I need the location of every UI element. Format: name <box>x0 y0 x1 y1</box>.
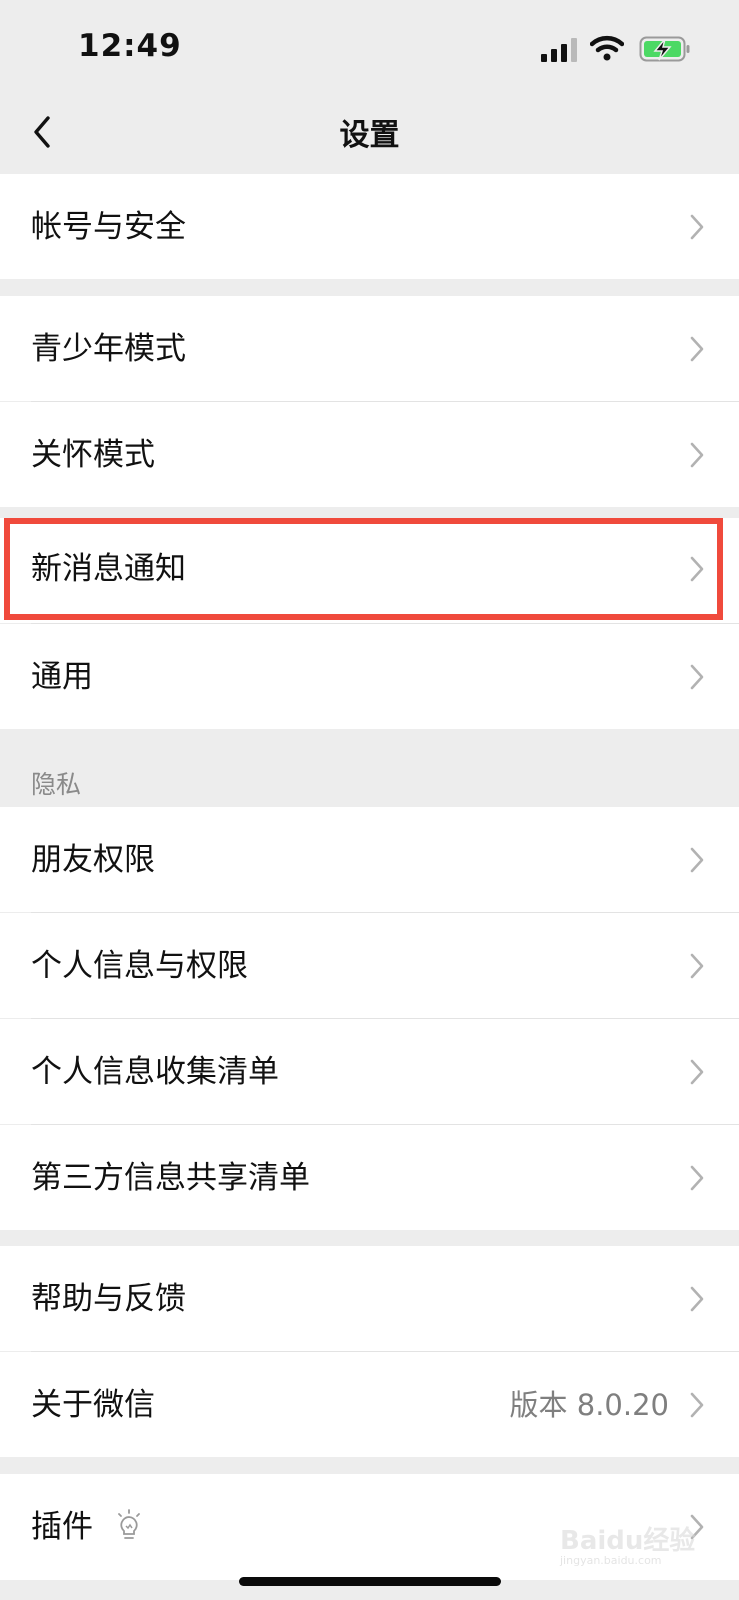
chevron-right-icon <box>690 1286 704 1312</box>
settings-item-general[interactable]: 通用 <box>0 624 739 729</box>
settings-item-care-mode[interactable]: 关怀模式 <box>0 402 739 507</box>
settings-item-friend-permissions[interactable]: 朋友权限 <box>0 807 739 912</box>
chevron-right-icon <box>690 847 704 873</box>
settings-item-label: 新消息通知 <box>31 551 186 587</box>
settings-item-label: 帐号与安全 <box>31 209 186 245</box>
chevron-right-icon <box>690 556 704 582</box>
baidu-watermark: Baidu经验 jingyan.baidu.com <box>560 1516 700 1572</box>
chevron-right-icon <box>690 1392 704 1418</box>
settings-item-teen-mode[interactable]: 青少年模式 <box>0 296 739 401</box>
wifi-icon <box>590 35 624 61</box>
settings-item-label: 关怀模式 <box>31 437 155 473</box>
settings-item-account-security[interactable]: 帐号与安全 <box>0 174 739 279</box>
chevron-right-icon <box>690 953 704 979</box>
settings-item-label: 个人信息收集清单 <box>31 1054 279 1090</box>
chevron-right-icon <box>690 442 704 468</box>
settings-item-label: 关于微信 <box>31 1387 155 1423</box>
section-header-privacy: 隐私 <box>31 770 82 799</box>
nav-bar: 设置 <box>0 92 739 174</box>
settings-item-label: 通用 <box>31 659 93 695</box>
settings-item-label: 第三方信息共享清单 <box>31 1160 310 1196</box>
status-time: 12:49 <box>78 28 182 64</box>
settings-item-label: 青少年模式 <box>31 331 186 367</box>
settings-item-help-feedback[interactable]: 帮助与反馈 <box>0 1246 739 1351</box>
settings-item-label: 个人信息与权限 <box>31 948 248 984</box>
chevron-right-icon <box>690 336 704 362</box>
chevron-right-icon <box>690 1059 704 1085</box>
settings-item-personal-info-collection[interactable]: 个人信息收集清单 <box>0 1019 739 1124</box>
settings-item-label: 帮助与反馈 <box>31 1281 186 1317</box>
cellular-signal-icon <box>541 38 577 62</box>
settings-item-third-party-sharing[interactable]: 第三方信息共享清单 <box>0 1125 739 1230</box>
battery-charging-icon <box>639 36 690 62</box>
home-indicator[interactable] <box>239 1577 501 1586</box>
chevron-right-icon <box>690 214 704 240</box>
page-title: 设置 <box>339 118 400 153</box>
settings-item-new-message-notifications[interactable]: 新消息通知 <box>0 518 739 623</box>
settings-item-personal-info-permissions[interactable]: 个人信息与权限 <box>0 913 739 1018</box>
settings-item-label: 朋友权限 <box>31 842 155 878</box>
version-value: 版本 8.0.20 <box>509 1388 669 1422</box>
status-bar: 12:49 <box>0 0 739 92</box>
settings-item-about-wechat[interactable]: 关于微信 版本 8.0.20 <box>0 1352 739 1457</box>
settings-item-label: 插件 <box>31 1509 93 1545</box>
lightbulb-icon <box>118 1509 140 1539</box>
watermark-text: Baidu经验 <box>560 1526 696 1556</box>
chevron-right-icon <box>690 664 704 690</box>
watermark-subtext: jingyan.baidu.com <box>560 1554 662 1567</box>
chevron-right-icon <box>690 1165 704 1191</box>
